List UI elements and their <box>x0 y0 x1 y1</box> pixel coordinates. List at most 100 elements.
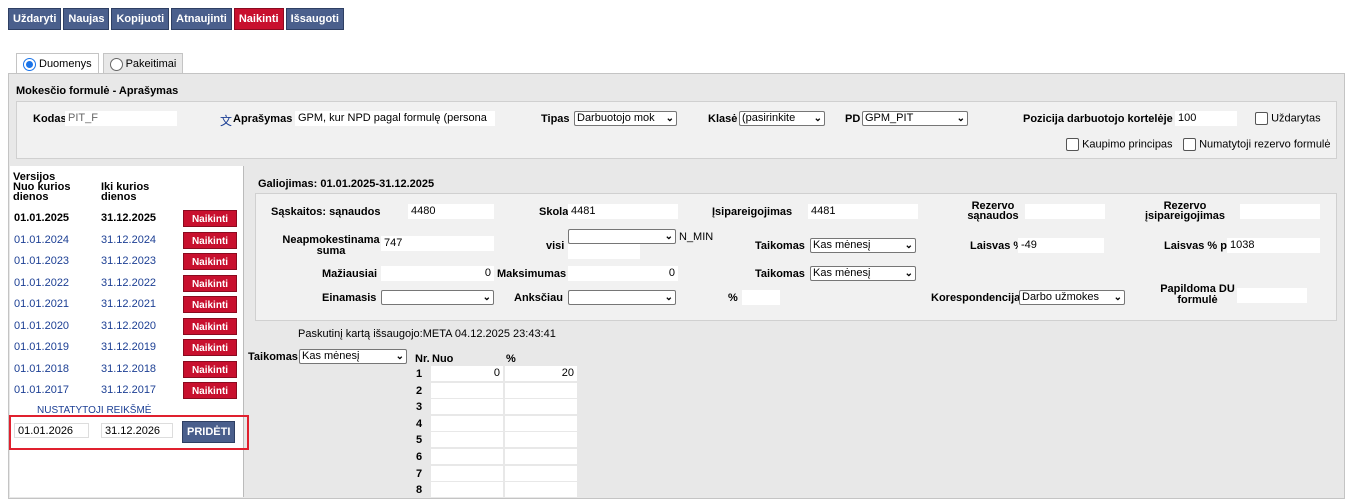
desc-field[interactable]: GPM, kur NPD pagal formulę (persona <box>295 111 495 126</box>
extra-field[interactable] <box>1237 288 1307 303</box>
version-to[interactable]: 31.12.2022 <box>101 277 156 289</box>
applied2-select[interactable]: Kas mėnesį ⌄ <box>810 266 916 281</box>
earlier-select[interactable]: ⌄ <box>568 290 676 305</box>
add-button[interactable]: PRIDĖTI <box>182 421 236 443</box>
version-delete-button[interactable]: Naikinti <box>183 339 237 356</box>
free-field[interactable]: -49 <box>1018 238 1104 253</box>
visi-extra-field[interactable] <box>568 244 640 259</box>
rate-pct-field[interactable] <box>505 432 577 448</box>
version-delete-button[interactable]: Naikinti <box>183 210 237 227</box>
less-field[interactable]: 0 <box>381 266 494 281</box>
version-from[interactable]: 01.01.2019 <box>14 341 69 353</box>
closed-checkbox[interactable] <box>1255 112 1268 125</box>
nontax-field[interactable]: 747 <box>381 236 494 251</box>
table-row[interactable]: 01.01.2022 31.12.2022 Naikinti <box>10 273 242 295</box>
accounts-field[interactable]: 4480 <box>408 204 494 219</box>
version-from[interactable]: 01.01.2020 <box>14 320 69 332</box>
applied-label: Taikomas <box>755 240 805 252</box>
rates-table: 1 0 20 2 3 4 5 6 7 8 <box>412 366 578 499</box>
version-to[interactable]: 31.12.2023 <box>101 255 156 267</box>
version-to[interactable]: 31.12.2021 <box>101 298 156 310</box>
version-to[interactable]: 31.12.2017 <box>101 384 156 396</box>
tab-data[interactable]: Duomenys <box>16 53 99 74</box>
table-row[interactable]: 01.01.2018 31.12.2018 Naikinti <box>10 359 242 381</box>
table-row[interactable]: 01.01.2023 31.12.2023 Naikinti <box>10 251 242 273</box>
visi-select[interactable]: ⌄ <box>568 229 676 244</box>
version-to[interactable]: 31.12.2025 <box>101 212 156 224</box>
rate-from-field[interactable] <box>431 382 503 398</box>
version-delete-button[interactable]: Naikinti <box>183 274 237 292</box>
applied-select[interactable]: Kas mėnesį ⌄ <box>810 238 916 253</box>
rate-pct-field[interactable] <box>505 382 577 398</box>
table-row[interactable]: 01.01.2019 31.12.2019 Naikinti <box>10 337 242 359</box>
copy-button[interactable]: Kopijuoti <box>111 8 170 30</box>
rate-pct-field[interactable] <box>505 482 577 498</box>
table-row[interactable]: 01.01.2025 31.12.2025 Naikinti <box>10 208 242 230</box>
rate-pct-field[interactable] <box>505 399 577 415</box>
type-select[interactable]: Darbuotojo mok ⌄ <box>574 111 677 126</box>
current-select[interactable]: ⌄ <box>381 290 494 305</box>
versions-list: 01.01.2025 31.12.2025 Naikinti 01.01.2024 31… <box>10 208 242 402</box>
rate-from-field[interactable]: 0 <box>431 366 503 381</box>
version-delete-button[interactable]: Naikinti <box>183 382 237 399</box>
tab-changes[interactable]: Pakeitimai <box>102 53 184 74</box>
pos-field[interactable]: 100 <box>1175 111 1237 126</box>
code-field[interactable]: PIT_F <box>65 111 177 126</box>
pd-select[interactable]: GPM_PIT ⌄ <box>862 111 968 126</box>
version-to[interactable]: 31.12.2019 <box>101 341 156 353</box>
free-po-field[interactable]: 1038 <box>1227 238 1320 253</box>
radio-selected-icon[interactable] <box>23 57 36 71</box>
rate-pct-field[interactable] <box>505 448 577 464</box>
table-row[interactable]: 01.01.2020 31.12.2020 Naikinti <box>10 316 242 338</box>
pct-field[interactable] <box>742 290 780 305</box>
version-from[interactable]: 01.01.2017 <box>14 384 69 396</box>
version-from[interactable]: 01.01.2025 <box>14 212 69 224</box>
rate-from-field[interactable] <box>431 465 503 481</box>
version-from[interactable]: 01.01.2022 <box>14 277 69 289</box>
rates-applied-select[interactable]: Kas mėnesį ⌄ <box>299 349 407 364</box>
version-to[interactable]: 31.12.2018 <box>101 363 156 375</box>
corr-select[interactable]: Darbo užmokes ⌄ <box>1019 290 1125 305</box>
version-delete-button[interactable]: Naikinti <box>183 231 237 249</box>
refresh-button[interactable]: Atnaujinti <box>171 8 232 30</box>
rate-pct-field[interactable]: 20 <box>505 366 577 381</box>
reserve-checkbox[interactable] <box>1183 138 1196 151</box>
rate-from-field[interactable] <box>431 399 503 415</box>
accrual-checkbox[interactable] <box>1066 138 1079 151</box>
new-from-field[interactable]: 01.01.2026 <box>14 423 89 438</box>
rate-from-field[interactable] <box>431 415 503 431</box>
version-delete-button[interactable]: Naikinti <box>183 253 237 270</box>
close-button[interactable]: Uždaryti <box>8 8 62 30</box>
visi-label: visi <box>546 240 565 252</box>
version-delete-button[interactable]: Naikinti <box>183 296 237 313</box>
version-from[interactable]: 01.01.2018 <box>14 363 69 375</box>
radio-icon[interactable] <box>109 57 123 71</box>
class-select[interactable]: (pasirinkite ⌄ <box>739 111 825 126</box>
save-button[interactable]: Išsaugoti <box>285 8 344 30</box>
new-to-field[interactable]: 31.12.2026 <box>101 423 173 438</box>
liab-field[interactable]: 4481 <box>808 204 918 219</box>
version-from[interactable]: 01.01.2024 <box>14 234 69 246</box>
table-row[interactable]: 01.01.2021 31.12.2021 Naikinti <box>10 294 242 316</box>
res-liab-field[interactable] <box>1240 204 1320 219</box>
res-cost-field[interactable] <box>1025 204 1105 219</box>
chevron-down-icon: ⌄ <box>664 292 673 303</box>
rate-from-field[interactable] <box>431 448 503 464</box>
table-row[interactable]: 01.01.2024 31.12.2024 Naikinti <box>10 230 242 252</box>
max-field[interactable]: 0 <box>568 266 678 281</box>
version-delete-button[interactable]: Naikinti <box>183 317 237 335</box>
version-delete-button[interactable]: Naikinti <box>183 360 237 378</box>
new-button[interactable]: Naujas <box>63 8 110 30</box>
translate-icon[interactable]: 文 <box>220 112 232 129</box>
rate-from-field[interactable] <box>431 432 503 448</box>
rate-from-field[interactable] <box>431 482 503 498</box>
version-from[interactable]: 01.01.2021 <box>14 298 69 310</box>
rate-pct-field[interactable] <box>505 465 577 481</box>
table-row[interactable]: 01.01.2017 31.12.2017 Naikinti <box>10 380 242 402</box>
delete-button[interactable]: Naikinti <box>233 8 284 30</box>
version-from[interactable]: 01.01.2023 <box>14 255 69 267</box>
rate-pct-field[interactable] <box>505 415 577 431</box>
version-to[interactable]: 31.12.2020 <box>101 320 156 332</box>
debt-field[interactable]: 4481 <box>568 204 678 219</box>
version-to[interactable]: 31.12.2024 <box>101 234 156 246</box>
